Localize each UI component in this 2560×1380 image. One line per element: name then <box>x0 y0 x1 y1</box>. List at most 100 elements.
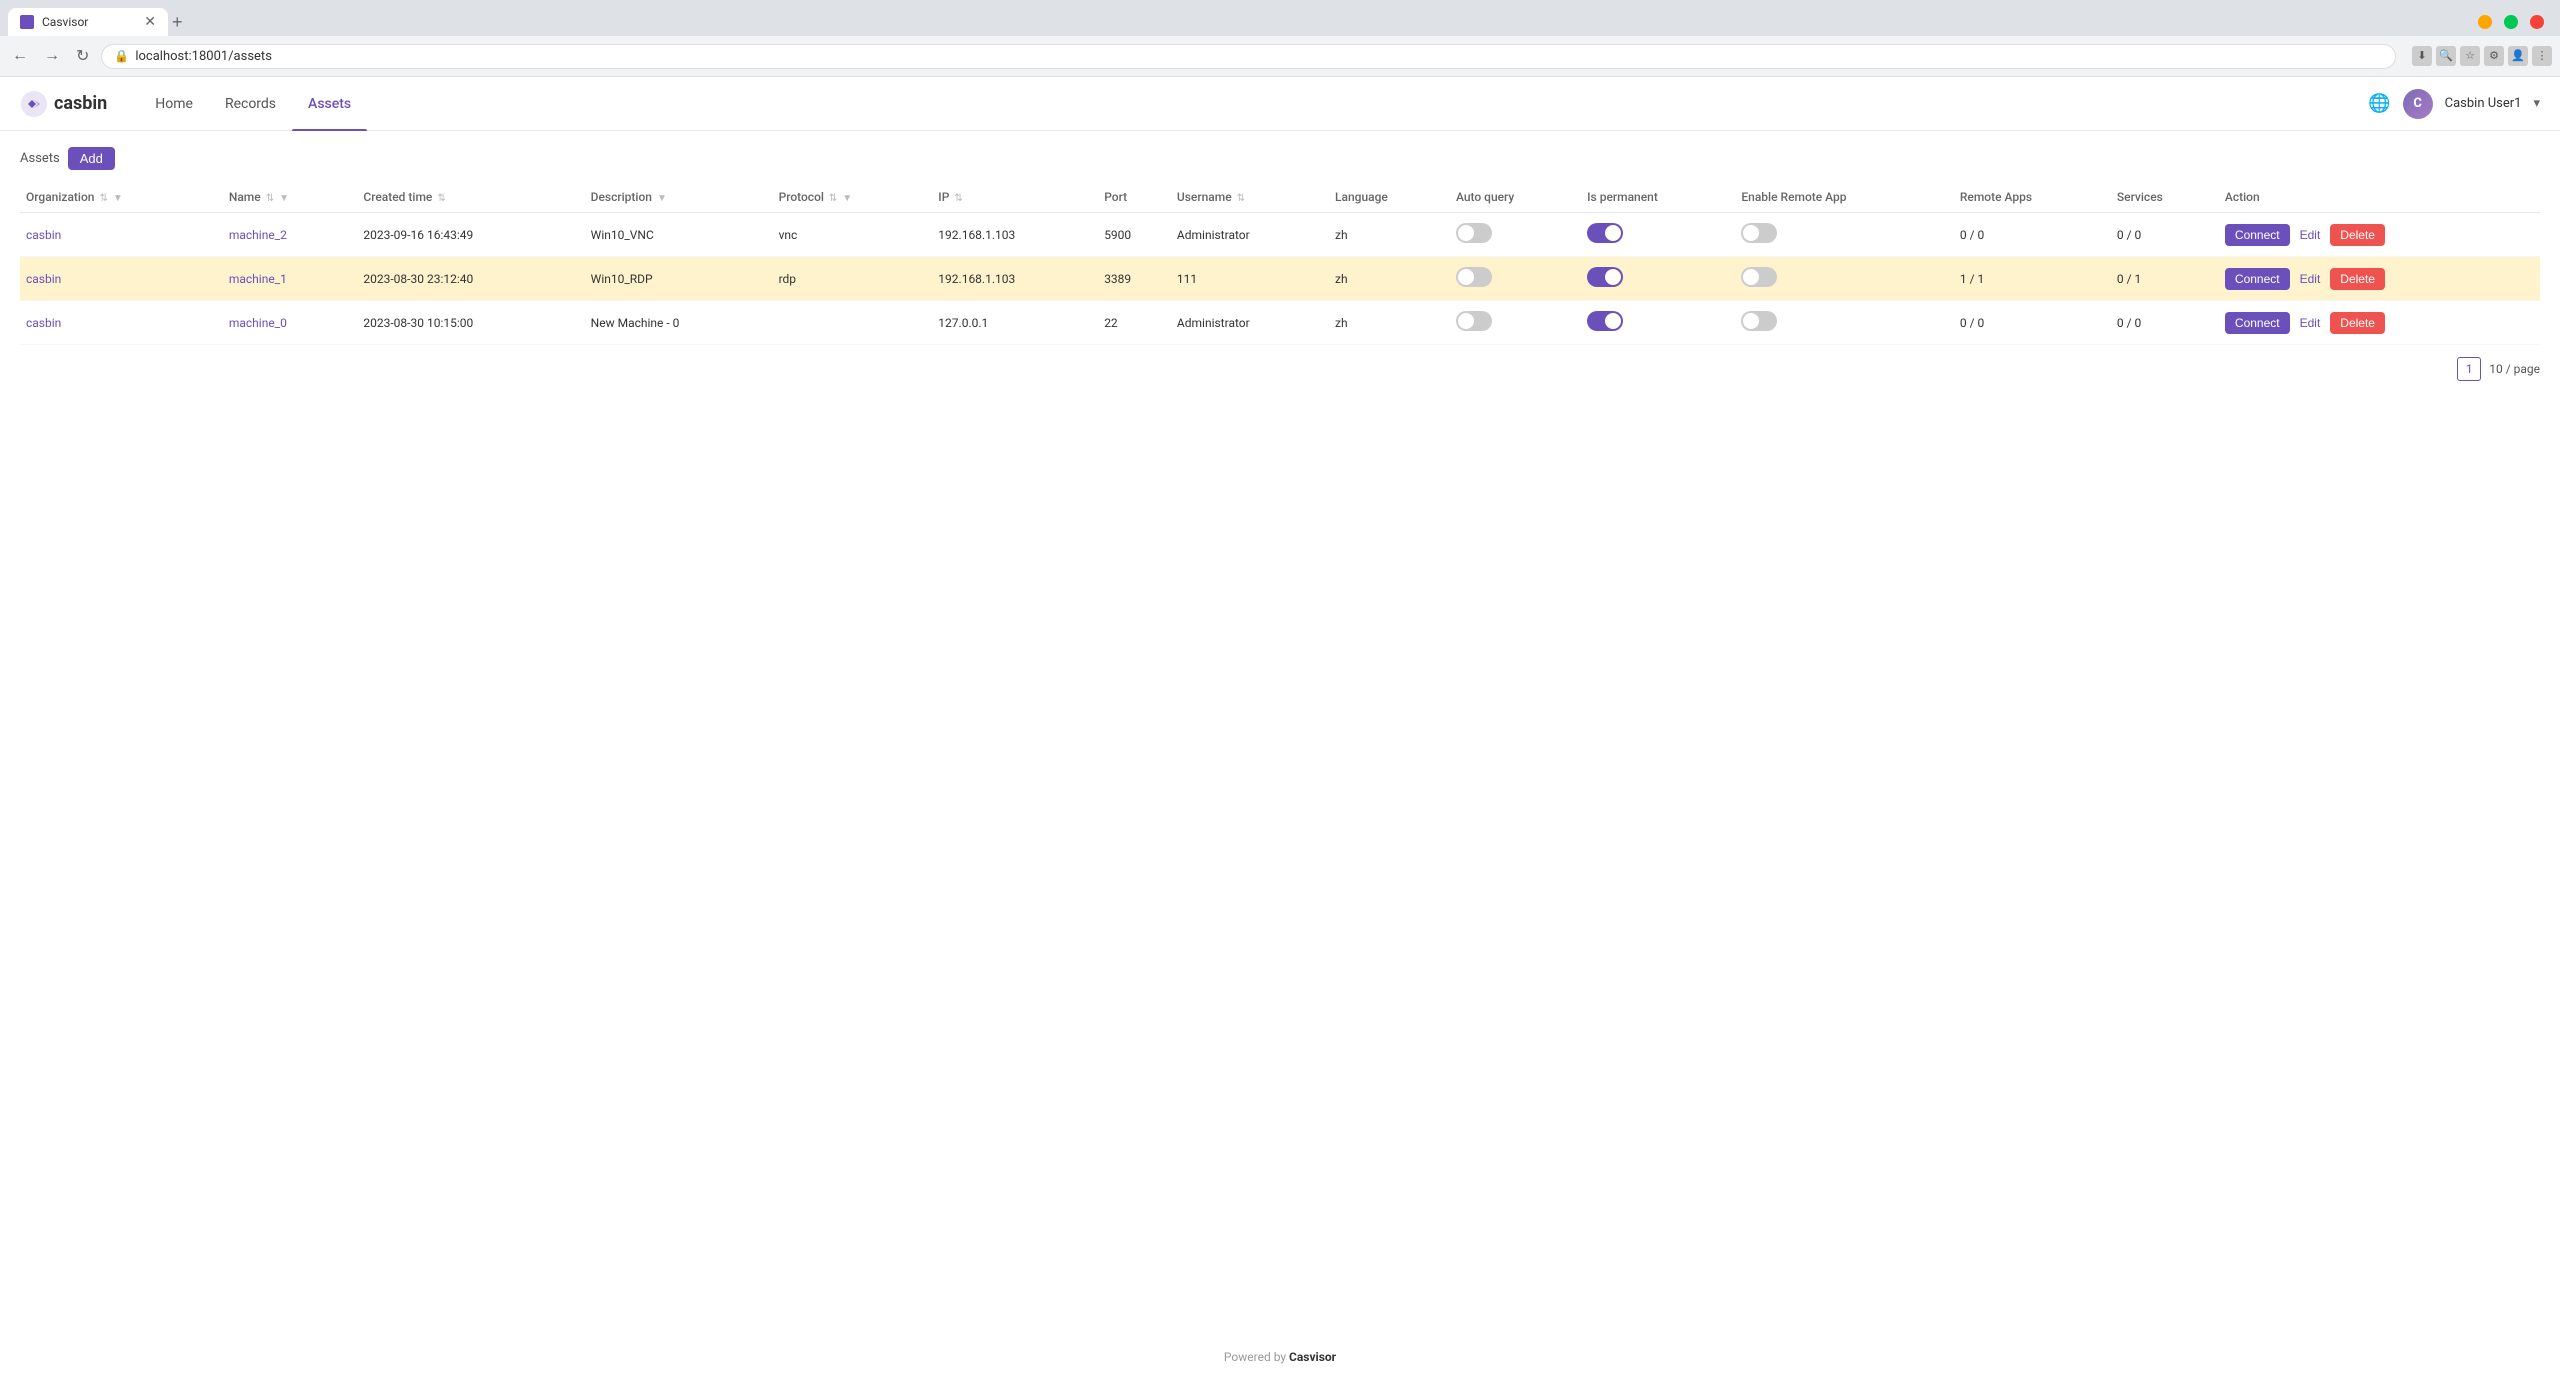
cell-port-0: 5900 <box>1098 213 1171 257</box>
bookmark-icon[interactable]: ☆ <box>2460 46 2480 66</box>
cell-is-permanent-0 <box>1581 213 1735 257</box>
col-services: Services <box>2111 182 2219 213</box>
nav-records[interactable]: Records <box>209 77 292 131</box>
tab-title: Casvisor <box>42 15 88 29</box>
toggle-knob <box>1458 269 1474 285</box>
tab-close-btn[interactable]: ✕ <box>144 14 156 30</box>
menu-icon[interactable]: ⋮ <box>2532 46 2552 66</box>
enable-remote-app-toggle-0[interactable] <box>1741 223 1777 243</box>
footer-brand: Casvisor <box>1289 1350 1336 1364</box>
extensions-icon[interactable]: ⚙ <box>2484 46 2504 66</box>
org-link-0[interactable]: casbin <box>26 228 61 242</box>
description-filter-icon[interactable]: ▼ <box>657 193 667 204</box>
logo-text: casbin <box>54 93 107 114</box>
enable-remote-app-toggle-2[interactable] <box>1741 311 1777 331</box>
cell-services-1: 0 / 1 <box>2111 257 2219 301</box>
cell-description-1: Win10_RDP <box>585 257 773 301</box>
page-1-button[interactable]: 1 <box>2457 357 2481 381</box>
search-icon[interactable]: 🔍 <box>2436 46 2456 66</box>
user-dropdown-icon[interactable]: ▾ <box>2533 96 2540 111</box>
nav-home[interactable]: Home <box>139 77 209 131</box>
cell-username-1: 111 <box>1171 257 1329 301</box>
user-name[interactable]: Casbin User1 <box>2445 96 2522 111</box>
edit-button-0[interactable]: Edit <box>2294 224 2327 246</box>
profile-icon[interactable]: 👤 <box>2508 46 2528 66</box>
name-filter-icon[interactable]: ▼ <box>279 193 289 204</box>
footer: Powered by Casvisor <box>0 1334 2560 1380</box>
col-name: Name ⇅ ▼ <box>223 182 358 213</box>
auto-query-toggle-1[interactable] <box>1456 267 1492 287</box>
created-time-sort-icon[interactable]: ⇅ <box>437 193 445 204</box>
is-permanent-toggle-2[interactable] <box>1587 311 1623 331</box>
org-link-1[interactable]: casbin <box>26 272 61 286</box>
cell-ip-0: 192.168.1.103 <box>932 213 1098 257</box>
organization-sort-icon[interactable]: ⇅ <box>99 193 107 204</box>
cell-enable-remote-app-1 <box>1735 257 1954 301</box>
col-is-permanent: Is permanent <box>1581 182 1735 213</box>
toggle-knob <box>1605 225 1621 241</box>
protocol-filter-icon[interactable]: ▼ <box>842 193 852 204</box>
header-right: 🌐 C Casbin User1 ▾ <box>2368 89 2540 119</box>
cell-ip-1: 192.168.1.103 <box>932 257 1098 301</box>
col-organization: Organization ⇅ ▼ <box>20 182 223 213</box>
is-permanent-toggle-0[interactable] <box>1587 223 1623 243</box>
connect-button-2[interactable]: Connect <box>2225 312 2290 334</box>
page-size-select[interactable]: 10 / page <box>2489 362 2540 376</box>
col-enable-remote-app: Enable Remote App <box>1735 182 1954 213</box>
toggle-knob <box>1605 269 1621 285</box>
cell-services-0: 0 / 0 <box>2111 213 2219 257</box>
name-link-2[interactable]: machine_0 <box>229 316 287 330</box>
logo-icon <box>20 90 48 118</box>
edit-button-2[interactable]: Edit <box>2294 312 2327 334</box>
download-icon[interactable]: ⬇ <box>2412 46 2432 66</box>
page-content: Assets Add Organization ⇅ ▼ Name ⇅ ▼ <box>0 131 2560 409</box>
logo: casbin <box>20 90 107 118</box>
cell-language-0: zh <box>1329 213 1450 257</box>
org-link-2[interactable]: casbin <box>26 316 61 330</box>
add-button[interactable]: Add <box>68 147 115 170</box>
minimize-button[interactable] <box>2478 15 2492 29</box>
name-link-1[interactable]: machine_1 <box>229 272 287 286</box>
connect-button-1[interactable]: Connect <box>2225 268 2290 290</box>
ip-sort-icon[interactable]: ⇅ <box>954 193 962 204</box>
auto-query-toggle-0[interactable] <box>1456 223 1492 243</box>
url-bar[interactable]: 🔒 localhost:18001/assets <box>101 44 2396 69</box>
col-language: Language <box>1329 182 1450 213</box>
refresh-button[interactable]: ↻ <box>72 42 93 70</box>
cell-description-2: New Machine - 0 <box>585 301 773 345</box>
delete-button-0[interactable]: Delete <box>2330 224 2385 246</box>
back-button[interactable]: ← <box>8 43 32 69</box>
new-tab-button[interactable]: + <box>172 12 183 33</box>
language-button[interactable]: 🌐 <box>2368 93 2390 114</box>
auto-query-toggle-2[interactable] <box>1456 311 1492 331</box>
delete-button-1[interactable]: Delete <box>2330 268 2385 290</box>
delete-button-2[interactable]: Delete <box>2330 312 2385 334</box>
avatar: C <box>2403 89 2433 119</box>
edit-button-1[interactable]: Edit <box>2294 268 2327 290</box>
close-button[interactable] <box>2530 15 2544 29</box>
browser-tab[interactable]: Casvisor ✕ <box>8 8 168 36</box>
cell-name-2: machine_0 <box>223 301 358 345</box>
protocol-sort-icon[interactable]: ⇅ <box>829 193 837 204</box>
pagination: 1 10 / page <box>20 345 2540 393</box>
forward-button[interactable]: → <box>40 43 64 69</box>
is-permanent-toggle-1[interactable] <box>1587 267 1623 287</box>
cell-remote-apps-2: 0 / 0 <box>1954 301 2111 345</box>
toggle-knob <box>1743 225 1759 241</box>
lock-icon: 🔒 <box>114 49 129 63</box>
cell-action-0: Connect Edit Delete <box>2219 213 2540 257</box>
cell-organization-1: casbin <box>20 257 223 301</box>
connect-button-0[interactable]: Connect <box>2225 224 2290 246</box>
enable-remote-app-toggle-1[interactable] <box>1741 267 1777 287</box>
maximize-button[interactable] <box>2504 15 2518 29</box>
name-link-0[interactable]: machine_2 <box>229 228 287 242</box>
username-sort-icon[interactable]: ⇅ <box>1237 193 1245 204</box>
cell-action-1: Connect Edit Delete <box>2219 257 2540 301</box>
action-cell-0: Connect Edit Delete <box>2225 224 2534 246</box>
nav-assets[interactable]: Assets <box>292 77 367 131</box>
organization-filter-icon[interactable]: ▼ <box>113 193 123 204</box>
cell-language-1: zh <box>1329 257 1450 301</box>
name-sort-icon[interactable]: ⇅ <box>266 193 274 204</box>
cell-name-1: machine_1 <box>223 257 358 301</box>
col-remote-apps: Remote Apps <box>1954 182 2111 213</box>
